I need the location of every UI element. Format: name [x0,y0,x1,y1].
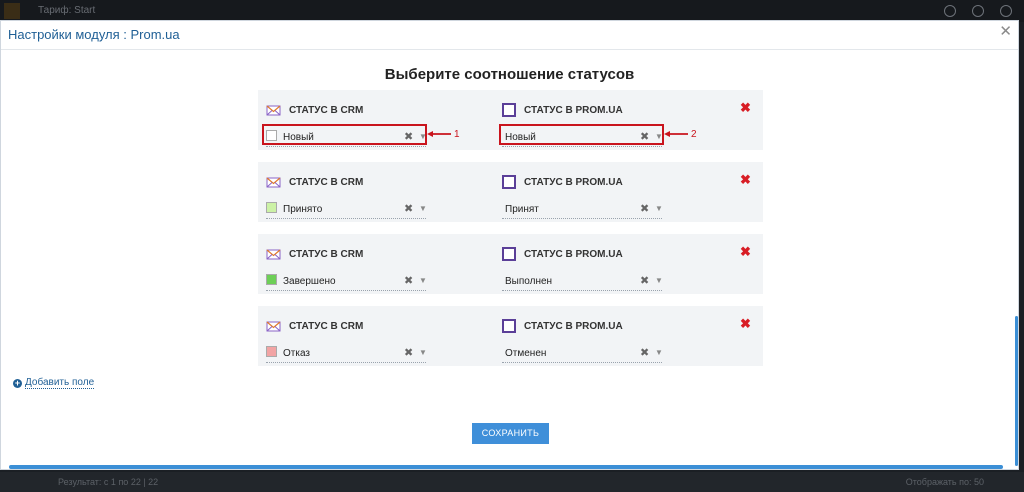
chevron-down-icon[interactable]: ▼ [655,348,663,357]
prom-square-icon [502,319,516,333]
crm-status-label: СТАТУС В CRM [289,248,364,260]
annotation-arrow-icon [427,131,451,137]
add-field-link[interactable]: + Добавить поле [13,377,95,389]
status-mapping-row: СТАТУС В CRM Отказ ✖ ▼ СТАТУС В PROM.UA … [258,306,763,366]
prom-status-label: СТАТУС В PROM.UA [524,320,623,332]
clear-icon[interactable]: ✖ [640,202,649,215]
crm-status-select[interactable]: Принято ✖ ▼ [266,200,427,219]
modal-header: Настройки модуля : Prom.ua ✕ [1,21,1018,50]
app-logo-icon [4,3,20,19]
crm-status-select[interactable]: Завершено ✖ ▼ [266,272,427,291]
prom-status-header: СТАТУС В PROM.UA [502,102,623,118]
prom-status-select[interactable]: Отменен ✖ ▼ [502,344,663,363]
delete-row-icon[interactable]: ✖ [740,244,751,260]
delete-row-icon[interactable]: ✖ [740,316,751,332]
status-mapping-row: СТАТУС В CRM Принято ✖ ▼ СТАТУС В PROM.U… [258,162,763,222]
delete-row-icon[interactable]: ✖ [740,172,751,188]
chevron-down-icon[interactable]: ▼ [419,276,427,285]
prom-status-header: СТАТУС В PROM.UA [502,174,623,190]
crm-status-column: СТАТУС В CRM Завершено ✖ ▼ [266,234,466,294]
background-topbar: Тариф: Start [0,0,1024,22]
crm-envelope-icon [266,105,281,116]
annotation-highlight-crm [262,124,427,145]
clear-icon[interactable]: ✖ [404,274,413,287]
modal-title: Настройки модуля : Prom.ua [8,27,180,42]
horizontal-scrollbar[interactable] [9,465,1003,469]
prom-status-label: СТАТУС В PROM.UA [524,176,623,188]
add-field-label: Добавить поле [25,377,95,389]
plus-circle-icon: + [13,377,22,388]
help-icon [944,5,956,17]
prom-square-icon [502,175,516,189]
chevron-down-icon[interactable]: ▼ [655,204,663,213]
chevron-down-icon[interactable]: ▼ [655,276,663,285]
prom-status-header: СТАТУС В PROM.UA [502,246,623,262]
annotation-highlight-prom [499,124,664,145]
status-color-swatch [266,346,277,357]
annotation-marker-1: 1 [454,129,460,140]
notifications-icon [1000,5,1012,17]
chevron-down-icon[interactable]: ▼ [419,204,427,213]
prom-status-label: СТАТУС В PROM.UA [524,248,623,260]
prom-status-select[interactable]: Выполнен ✖ ▼ [502,272,663,291]
crm-status-select[interactable]: Отказ ✖ ▼ [266,344,427,363]
crm-status-value: Отказ [283,348,310,359]
page-title: Выберите соотношение статусов [384,66,635,83]
crm-status-header: СТАТУС В CRM [266,246,363,262]
annotation-marker-2: 2 [691,129,697,140]
module-settings-modal: Настройки модуля : Prom.ua ✕ Выберите со… [0,20,1019,470]
tariff-label: Тариф: Start [38,5,96,16]
prom-square-icon [502,247,516,261]
prom-status-label: СТАТУС В PROM.UA [524,104,623,116]
crm-envelope-icon [266,249,281,260]
prom-status-column: СТАТУС В PROM.UA Выполнен ✖ ▼ [502,234,702,294]
crm-status-column: СТАТУС В CRM Отказ ✖ ▼ [266,306,466,366]
crm-status-header: СТАТУС В CRM [266,174,363,190]
prom-status-column: СТАТУС В PROM.UA Принят ✖ ▼ [502,162,702,222]
prom-status-value: Выполнен [505,276,553,287]
clear-icon[interactable]: ✖ [404,346,413,359]
prom-status-select[interactable]: Принят ✖ ▼ [502,200,663,219]
background-bottombar: Результат: с 1 по 22 | 22 Отображать по:… [0,472,1024,492]
clear-icon[interactable]: ✖ [640,346,649,359]
prom-status-value: Отменен [505,348,547,359]
page-size-label: Отображать по: 50 [905,477,984,487]
delete-row-icon[interactable]: ✖ [740,100,751,116]
clear-icon[interactable]: ✖ [404,202,413,215]
crm-status-header: СТАТУС В CRM [266,318,363,334]
chevron-down-icon[interactable]: ▼ [419,348,427,357]
crm-status-label: СТАТУС В CRM [289,320,364,332]
prom-status-header: СТАТУС В PROM.UA [502,318,623,334]
status-mapping-row: СТАТУС В CRM Завершено ✖ ▼ СТАТУС В PROM… [258,234,763,294]
annotation-arrow-icon [664,131,688,137]
crm-status-value: Принято [283,204,323,215]
clear-icon[interactable]: ✖ [640,274,649,287]
prom-square-icon [502,103,516,117]
crm-status-value: Завершено [283,276,336,287]
status-color-swatch [266,202,277,213]
crm-status-label: СТАТУС В CRM [289,104,364,116]
save-button[interactable]: СОХРАНИТЬ [472,423,549,444]
crm-status-label: СТАТУС В CRM [289,176,364,188]
crm-envelope-icon [266,321,281,332]
close-icon[interactable]: ✕ [999,24,1012,40]
crm-status-header: СТАТУС В CRM [266,102,363,118]
crm-envelope-icon [266,177,281,188]
status-color-swatch [266,274,277,285]
user-icon [972,5,984,17]
crm-status-column: СТАТУС В CRM Принято ✖ ▼ [266,162,466,222]
results-count: Результат: с 1 по 22 | 22 [58,477,159,487]
prom-status-column: СТАТУС В PROM.UA Отменен ✖ ▼ [502,306,702,366]
vertical-scrollbar[interactable] [1015,316,1018,466]
prom-status-value: Принят [505,204,539,215]
